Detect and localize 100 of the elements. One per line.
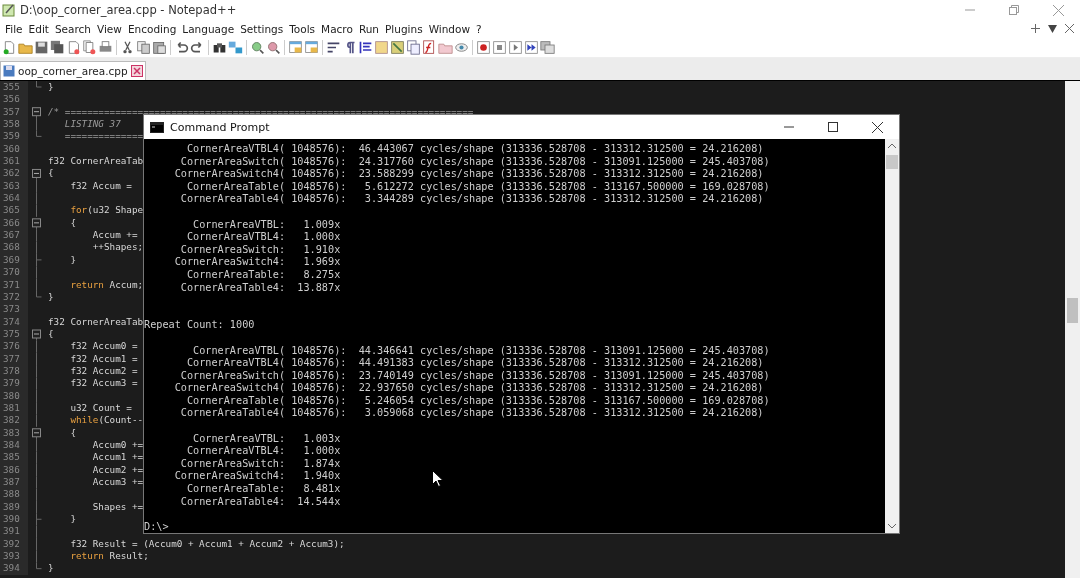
console-line: CornerAreaTable( 1048576): 5.246054 cycles/shape (313336.528708 - 313167.500000 = 169.028708) [185, 394, 770, 406]
console-line: CornerAreaTable: 8.481x [185, 483, 341, 495]
floppy-icon[interactable] [34, 39, 49, 55]
menu-item[interactable]: Settings [237, 22, 287, 35]
map-icon[interactable] [390, 39, 405, 55]
line-number: 388 [0, 488, 28, 501]
line-number: 385 [0, 451, 28, 464]
scrollbar[interactable] [1065, 81, 1080, 578]
code-line: Shapes += [91, 500, 144, 514]
file-tab[interactable]: oop_corner_area.cpp [0, 61, 146, 80]
code-line: { [47, 167, 54, 180]
scroll-up-icon[interactable] [888, 143, 896, 148]
menu-item[interactable]: ? [473, 22, 485, 35]
code-line: f32 CornerAreaTab [47, 155, 144, 168]
win-icon[interactable] [288, 39, 303, 55]
console-line: Repeat Count: 1000 [144, 319, 255, 331]
menu-item[interactable]: Tools [286, 22, 319, 35]
scroll-thumb[interactable] [886, 155, 898, 169]
console-line: CornerAreaTable( 1048576): 5.612272 cycles/shape (313336.528708 - 313167.500000 = 169.028708) [185, 180, 770, 192]
console-line: CornerAreaTable4: 13.887x [179, 281, 341, 293]
console-line: CornerAreaSwitch( 1048576): 23.740149 cycles/shape (313336.528708 - 313091.125000 = 245.403708) [179, 369, 770, 381]
code-line: Accum2 += [91, 463, 144, 476]
window-title: Command Prompt [170, 120, 270, 134]
code-line: return Accum; [69, 278, 144, 291]
code-line: for(u32 Shape [69, 204, 144, 217]
menu-item[interactable]: File [2, 22, 26, 35]
function-icon[interactable] [422, 39, 437, 55]
paste-icon[interactable] [152, 39, 167, 55]
close-icon[interactable] [871, 121, 883, 133]
menu-item[interactable]: Plugins [382, 22, 426, 35]
code-line: Accum += [91, 229, 138, 242]
line-number: 394 [0, 562, 28, 575]
menu-item[interactable]: Search [51, 22, 94, 35]
console-line: CornerAreaSwitch4: 1.969x [173, 256, 341, 268]
code-line: /* ========================================================================= [47, 105, 474, 119]
copy-icon[interactable] [136, 39, 151, 55]
record-icon[interactable] [476, 39, 491, 55]
ffwd-icon[interactable] [524, 39, 539, 55]
code-line: f32 Accum1 = [69, 352, 138, 365]
code-line: return Result; [69, 550, 149, 563]
docs-x-icon[interactable] [82, 39, 97, 55]
line-number: 362 [0, 167, 28, 180]
win-icon[interactable] [304, 39, 319, 55]
scroll-thumb[interactable] [1067, 298, 1078, 323]
indent-icon[interactable] [358, 39, 373, 55]
line-number: 393 [0, 550, 28, 563]
console-line: CornerAreaTable: 8.275x [185, 268, 341, 280]
code-line: f32 Result = (Accum0 + Accum1 + Accum2 + Accum3); [69, 537, 345, 551]
console-line: CornerAreaVTBL4: 1.000x [185, 231, 341, 243]
code-line: Accum3 += [91, 476, 144, 489]
menu-item[interactable]: View [94, 22, 125, 35]
line-number: 379 [0, 377, 28, 390]
console-line: CornerAreaVTBL4( 1048576): 44.491383 cycles/shape (313336.528708 - 313312.312500 = 24.216208) [185, 357, 764, 369]
printer-icon[interactable] [98, 39, 113, 55]
zoom-in-icon[interactable] [250, 39, 265, 55]
code-line: { [69, 216, 76, 230]
console-line: CornerAreaSwitch( 1048576): 24.317760 cycles/shape (313336.528708 - 313091.125000 = 245.403708) [179, 155, 770, 167]
code-line: { [47, 327, 54, 341]
code-line: LISTING 37 [63, 118, 121, 131]
menu-item[interactable]: Encoding [124, 22, 180, 35]
zoom-out-icon[interactable] [266, 39, 281, 55]
code-line: { [69, 426, 76, 439]
line-number: 376 [0, 340, 28, 353]
restore-icon[interactable] [1009, 5, 1019, 15]
line-number: 391 [0, 525, 28, 538]
console-line: CornerAreaTable4: 14.544x [179, 495, 341, 507]
scroll-down-icon[interactable] [888, 524, 896, 529]
code-line: } [69, 513, 76, 526]
line-number: 355 [0, 81, 28, 94]
console-line: CornerAreaTable4( 1048576): 3.059068 cycles/shape (313336.528708 - 313312.312500 = 24.216208) [179, 407, 764, 419]
console-line: CornerAreaVTBL( 1048576): 44.346641 cycles/shape (313336.528708 - 313091.125000 = 245.403708) [192, 344, 770, 356]
code-line: Accum0 += [91, 438, 144, 452]
menu-item[interactable]: Window [425, 22, 474, 35]
pages-icon[interactable] [406, 39, 421, 55]
close-icon[interactable] [1065, 24, 1074, 33]
menu-item[interactable]: Edit [25, 22, 52, 35]
menu-item[interactable]: Run [355, 22, 382, 35]
maximize-icon[interactable] [828, 122, 838, 132]
play-icon[interactable] [508, 39, 523, 55]
scissors-icon[interactable] [120, 39, 135, 55]
console-line: CornerAreaSwitch4: 1.940x [173, 470, 341, 482]
menu-item[interactable]: Language [179, 22, 238, 35]
code-line: } [47, 562, 54, 575]
line-number: 368 [0, 241, 28, 254]
mouse-cursor-icon [432, 470, 443, 487]
console-line: CornerAreaVTBL: 1.009x [192, 218, 341, 230]
code-line: } [47, 290, 54, 304]
window-title: D:\oop_corner_area.cpp - Notepad++ [20, 3, 237, 17]
doc-x-icon[interactable] [66, 39, 81, 55]
scrollbar[interactable] [885, 139, 899, 533]
plus-icon[interactable] [1031, 24, 1040, 33]
console-line: CornerAreaSwitch4( 1048576): 22.937650 cycles/shape (313336.528708 - 313312.312500 = 24.216208) [173, 382, 764, 394]
menu-item[interactable]: Macro [318, 22, 356, 35]
code-line: Accum1 += [91, 451, 144, 464]
floppies-icon[interactable] [50, 39, 65, 55]
console-line: CornerAreaSwitch: 1.910x [179, 243, 341, 255]
doc-icon[interactable] [2, 39, 17, 55]
console-line: CornerAreaSwitch4( 1048576): 23.588299 cycles/shape (313336.528708 - 313312.312500 = 24.216208) [173, 168, 764, 180]
stop-icon[interactable] [492, 39, 507, 55]
dropdown-icon[interactable] [1048, 24, 1057, 33]
